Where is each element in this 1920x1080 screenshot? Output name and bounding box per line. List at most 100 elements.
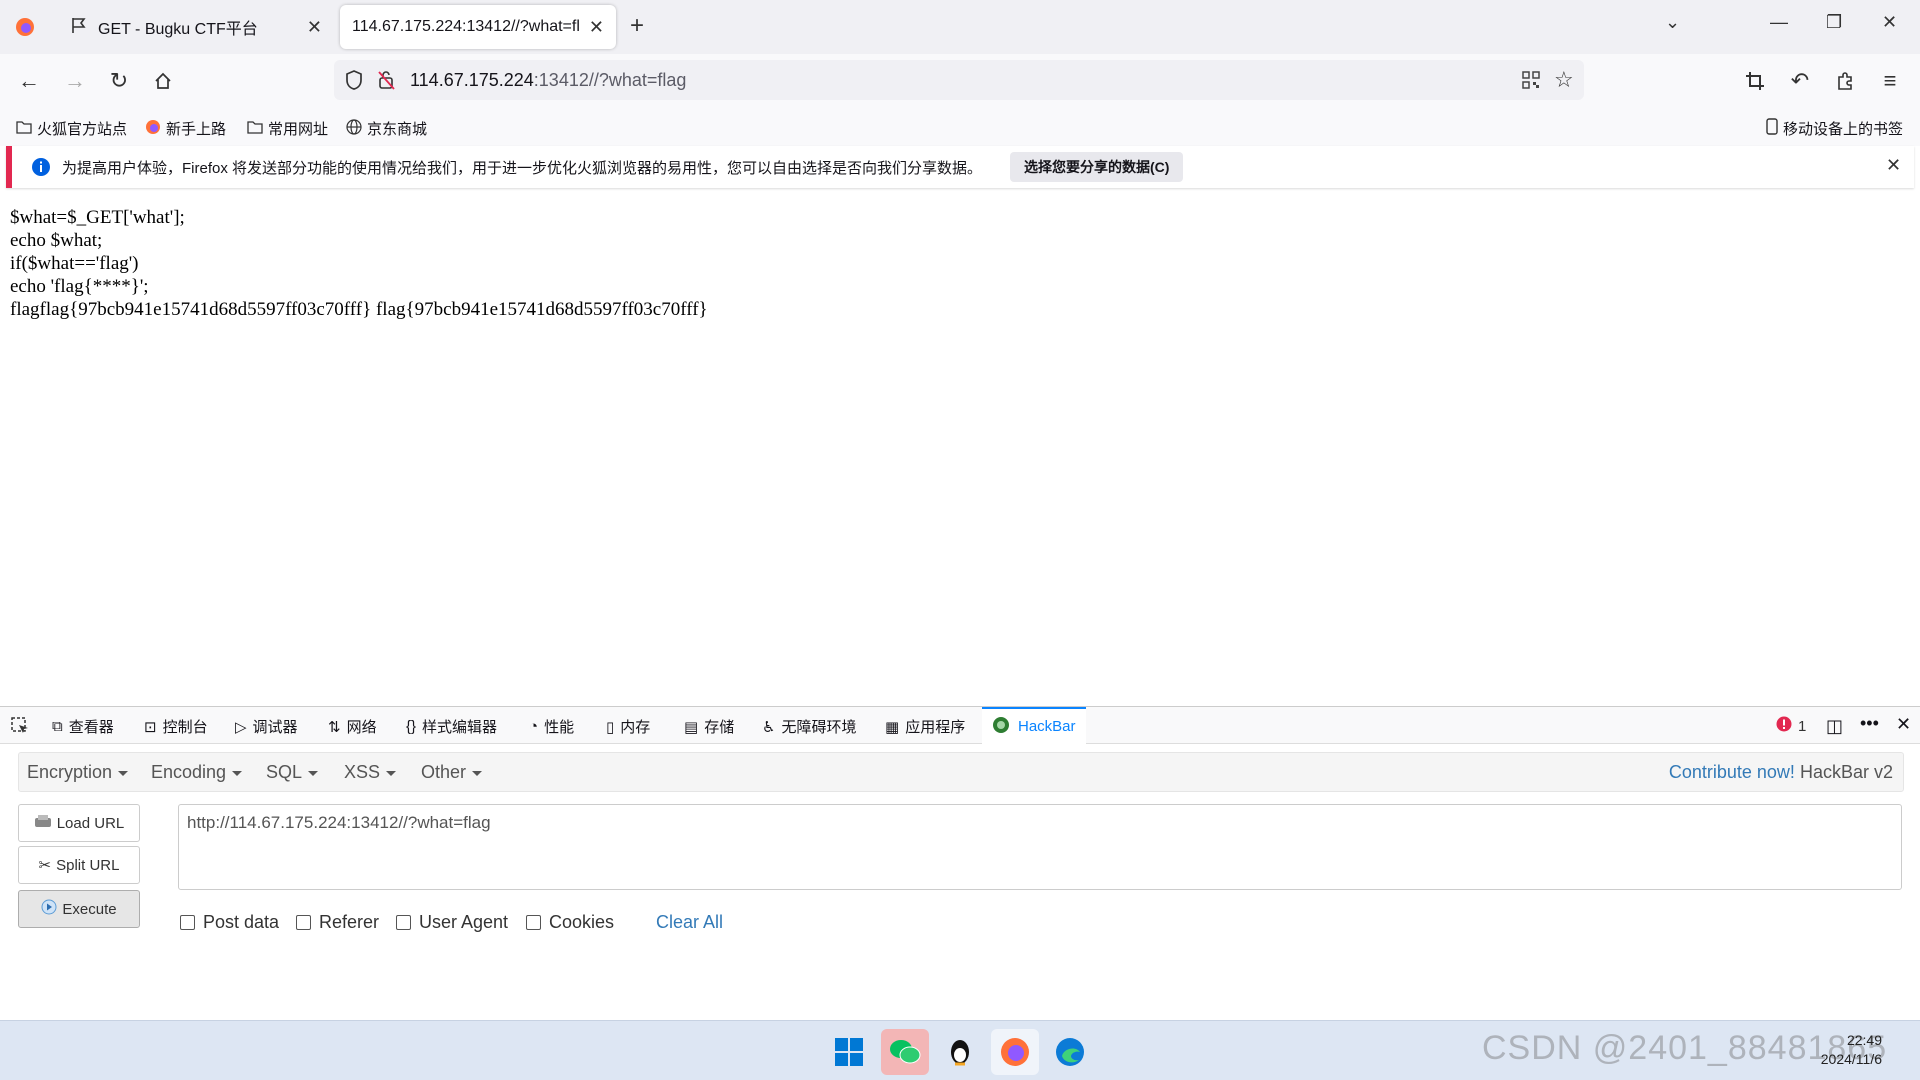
wechat-icon[interactable] — [881, 1029, 929, 1075]
performance-icon: ◔ — [529, 718, 539, 735]
menu-other[interactable]: Other — [421, 762, 483, 783]
mobile-device-icon — [1766, 118, 1778, 139]
tab-hackbar[interactable]: HackBar — [982, 707, 1086, 744]
forward-icon[interactable]: → — [60, 66, 90, 96]
tab-bugku[interactable]: GET - Bugku CTF平台 ✕ — [58, 5, 334, 49]
shield-icon[interactable] — [344, 69, 364, 96]
clear-all-link[interactable]: Clear All — [656, 912, 723, 933]
firefox-taskbar-icon[interactable] — [991, 1029, 1039, 1075]
debugger-icon: ▷ — [235, 718, 247, 736]
tab-label: GET - Bugku CTF平台 — [98, 21, 258, 38]
tab-memory[interactable]: ▯ 内存 — [606, 716, 650, 737]
tab-inspector[interactable]: ⧉ 查看器 — [52, 716, 114, 737]
choose-data-button[interactable]: 选择您要分享的数据(C) — [1010, 152, 1184, 182]
list-all-tabs-icon[interactable]: ⌄ — [1665, 12, 1680, 33]
user-agent-checkbox[interactable]: User Agent — [396, 912, 508, 933]
minimize-icon[interactable]: — — [1770, 12, 1788, 33]
checkbox-box[interactable] — [396, 915, 411, 930]
tab-strip: GET - Bugku CTF平台 ✕ 114.67.175.224:13412… — [0, 0, 1920, 54]
hackbar-icon — [992, 716, 1010, 738]
load-url-button[interactable]: Load URL — [18, 804, 140, 842]
error-count[interactable]: 1 — [1776, 716, 1806, 736]
navigation-toolbar: ← → ↻ 114.67.175.224:13412//?what=flag ☆… — [0, 54, 1920, 108]
cookies-checkbox[interactable]: Cookies — [526, 912, 614, 933]
referer-checkbox[interactable]: Referer — [296, 912, 379, 933]
firefox-icon — [145, 119, 161, 139]
execute-button[interactable]: Execute — [18, 890, 140, 928]
checkbox-box[interactable] — [180, 915, 195, 930]
notification-bar: 为提高用户体验，Firefox 将发送部分功能的使用情况给我们，用于进一步优化火… — [6, 146, 1914, 188]
app-menu-icon[interactable]: ≡ — [1875, 66, 1905, 96]
scissors-icon: ✂ — [38, 857, 52, 874]
restore-icon[interactable]: ❐ — [1826, 12, 1842, 33]
info-icon — [31, 157, 51, 181]
bookmark-item[interactable]: 京东商城 — [346, 118, 427, 139]
firefox-menu-icon[interactable] — [10, 12, 40, 42]
qq-penguin-icon[interactable] — [936, 1029, 984, 1075]
back-icon[interactable]: ← — [14, 66, 44, 96]
network-icon: ⇅ — [328, 718, 341, 736]
screenshot-crop-icon[interactable] — [1740, 66, 1770, 96]
tab-storage[interactable]: ▤ 存储 — [684, 716, 734, 737]
folder-icon — [247, 120, 263, 138]
insecure-lock-icon[interactable] — [376, 69, 396, 96]
bookmark-item[interactable]: 火狐官方站点 — [16, 118, 127, 139]
caret-down-icon — [472, 770, 483, 776]
menu-encoding[interactable]: Encoding — [151, 762, 243, 783]
undo-close-icon[interactable]: ↶ — [1785, 66, 1815, 96]
notification-text: 为提高用户体验，Firefox 将发送部分功能的使用情况给我们，用于进一步优化火… — [62, 160, 983, 177]
close-tab-icon[interactable]: ✕ — [307, 17, 322, 38]
windows-start-icon[interactable] — [825, 1029, 873, 1075]
tab-application[interactable]: ▦ 应用程序 — [885, 716, 965, 737]
storage-icon: ▤ — [684, 718, 699, 736]
post-data-checkbox[interactable]: Post data — [180, 912, 279, 933]
code-line: echo 'flag{****}'; — [10, 276, 149, 297]
tab-network[interactable]: ⇅ 网络 — [328, 716, 377, 737]
flag-icon — [70, 16, 88, 39]
extensions-icon[interactable] — [1830, 66, 1860, 96]
checkbox-box[interactable] — [296, 915, 311, 930]
new-tab-icon[interactable]: + — [630, 12, 644, 40]
home-icon[interactable] — [148, 66, 178, 96]
menu-encryption[interactable]: Encryption — [27, 762, 129, 783]
reload-icon[interactable]: ↻ — [104, 66, 134, 96]
checkbox-box[interactable] — [526, 915, 541, 930]
tab-current[interactable]: 114.67.175.224:13412//?what=fla ✕ — [340, 5, 616, 49]
split-url-button[interactable]: ✂ Split URL — [18, 846, 140, 884]
bookmarks-toolbar: 火狐官方站点 新手上路 常用网址 京东商城 移动设备上的书签 — [0, 108, 1920, 146]
menu-xss[interactable]: XSS — [344, 762, 397, 783]
tab-label: 114.67.175.224:13412//?what=fla — [352, 18, 579, 35]
mobile-bookmarks[interactable]: 移动设备上的书签 — [1766, 118, 1903, 139]
tab-debugger[interactable]: ▷ 调试器 — [235, 716, 298, 737]
qr-code-icon[interactable] — [1521, 70, 1541, 95]
address-bar[interactable]: 114.67.175.224:13412//?what=flag ☆ — [334, 60, 1584, 100]
code-line: echo $what; — [10, 230, 103, 251]
accessibility-icon: ♿ — [762, 718, 776, 736]
close-devtools-icon[interactable]: ✕ — [1896, 714, 1911, 735]
tab-console[interactable]: ⊡ 控制台 — [144, 716, 208, 737]
tab-style-editor[interactable]: {} 样式编辑器 — [406, 716, 497, 737]
devtools-toolbar: ⧉ 查看器 ⊡ 控制台 ▷ 调试器 ⇅ 网络 {} 样式编辑器 ◔ 性能 ▯ 内存 ▤ 存储 ♿… — [0, 706, 1920, 744]
more-options-icon[interactable]: ••• — [1860, 713, 1879, 734]
element-picker-icon[interactable] — [10, 716, 30, 736]
bookmark-item[interactable]: 常用网址 — [247, 118, 328, 139]
close-window-icon[interactable]: ✕ — [1882, 12, 1897, 33]
globe-icon — [346, 118, 362, 139]
memory-icon: ▯ — [606, 718, 615, 736]
contribute-text: Contribute now! HackBar v2 — [1668, 762, 1893, 782]
contribute-link[interactable]: Contribute now! — [1669, 762, 1795, 782]
menu-sql[interactable]: SQL — [266, 762, 319, 783]
bookmark-item[interactable]: 新手上路 — [145, 118, 226, 139]
tab-accessibility[interactable]: ♿ 无障碍环境 — [762, 716, 856, 737]
close-tab-icon[interactable]: ✕ — [589, 17, 604, 38]
tab-performance[interactable]: ◔ 性能 — [529, 716, 574, 737]
url-textarea[interactable]: http://114.67.175.224:13412//?what=flag — [178, 804, 1902, 890]
url-text[interactable]: 114.67.175.224:13412//?what=flag — [410, 70, 686, 91]
caret-down-icon — [118, 770, 129, 776]
system-clock[interactable]: 22:49 2024/11/6 — [1796, 1031, 1882, 1069]
edge-icon[interactable] — [1046, 1029, 1094, 1075]
bookmark-star-icon[interactable]: ☆ — [1554, 67, 1574, 93]
code-line: $what=$_GET['what']; — [10, 207, 185, 228]
close-notification-icon[interactable]: ✕ — [1886, 155, 1901, 176]
dock-side-icon[interactable]: ◫ — [1826, 716, 1843, 737]
